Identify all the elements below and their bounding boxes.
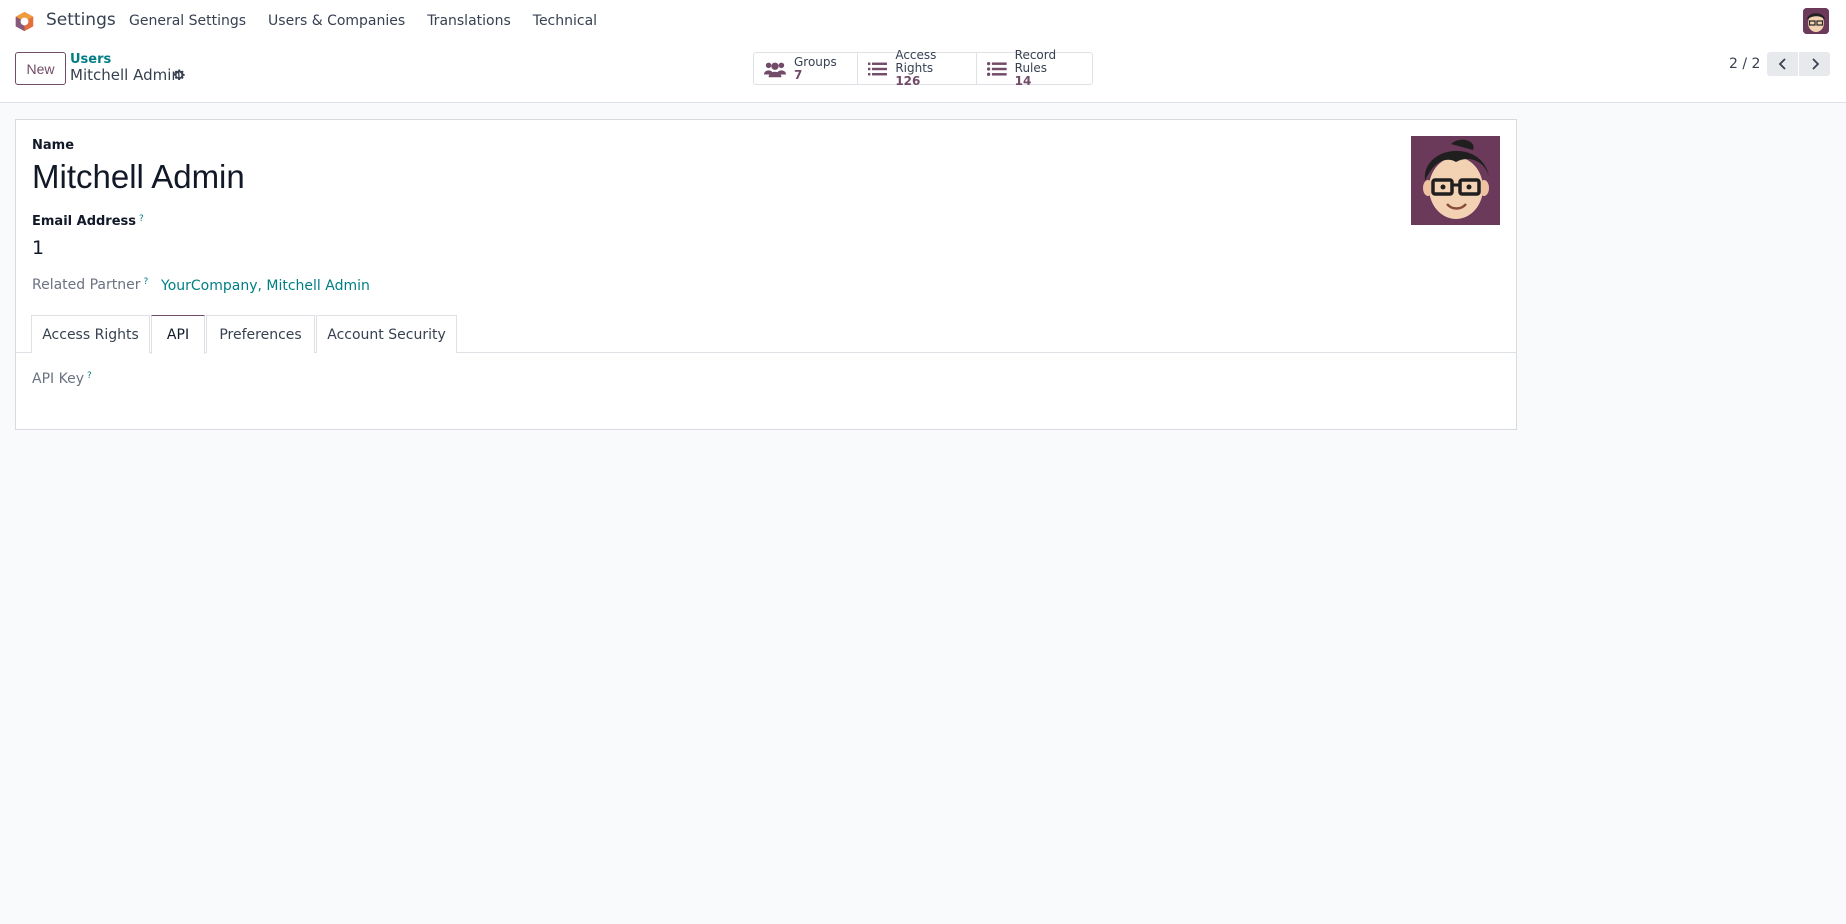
menu-users-companies[interactable]: Users & Companies — [257, 13, 416, 29]
email-help-icon[interactable]: ? — [139, 214, 144, 224]
groups-label: Groups — [794, 54, 837, 69]
gear-icon[interactable] — [172, 68, 186, 82]
app-name[interactable]: Settings — [46, 10, 116, 30]
groups-stat-button[interactable]: Groups 7 — [754, 53, 858, 84]
pager-value[interactable]: 2 / 2 — [1729, 56, 1760, 72]
pager-previous-button[interactable] — [1767, 52, 1798, 76]
menu-translations[interactable]: Translations — [416, 13, 522, 29]
record-rules-label: Record Rules — [1014, 48, 1057, 75]
access-rights-stat-button[interactable]: Access Rights 126 — [858, 49, 977, 88]
tab-account-security[interactable]: Account Security — [316, 315, 457, 353]
control-panel: New Users Mitchell Admin Groups 7 Access… — [0, 42, 1846, 103]
groups-count: 7 — [794, 67, 803, 82]
email-field[interactable]: 1 — [32, 237, 44, 259]
user-photo[interactable] — [1411, 136, 1500, 225]
name-label: Name — [32, 138, 75, 153]
breadcrumb-current: Mitchell Admin — [70, 66, 181, 84]
related-partner-label: Related Partner? — [32, 277, 148, 293]
api-key-label: API Key? — [32, 371, 92, 387]
form-sheet: Name Mitchell Admin Email Address? 1 Rel… — [15, 119, 1517, 430]
chevron-left-icon — [1778, 58, 1786, 70]
users-icon — [764, 62, 786, 77]
menu-general-settings[interactable]: General Settings — [118, 13, 257, 29]
access-rights-label: Access Rights — [895, 48, 937, 75]
top-navbar: Settings General Settings Users & Compan… — [0, 0, 1846, 42]
notebook-tabs: Access Rights API Preferences Account Se… — [16, 315, 1516, 354]
tab-access-rights[interactable]: Access Rights — [31, 315, 150, 353]
email-label-text: Email Address — [32, 214, 137, 229]
chevron-right-icon — [1811, 58, 1819, 70]
user-avatar[interactable] — [1803, 8, 1829, 34]
new-button[interactable]: New — [15, 52, 66, 85]
related-partner-link[interactable]: YourCompany, Mitchell Admin — [161, 278, 370, 294]
main-menu: General Settings Users & Companies Trans… — [118, 0, 608, 42]
breadcrumb-users[interactable]: Users — [70, 52, 111, 67]
tab-preferences[interactable]: Preferences — [206, 315, 315, 353]
related-partner-help-icon[interactable]: ? — [144, 277, 149, 287]
menu-technical[interactable]: Technical — [522, 13, 608, 29]
odoo-logo-icon[interactable] — [14, 11, 35, 32]
smart-buttons: Groups 7 Access Rights 126 Record Rules … — [753, 49, 1093, 88]
record-rules-count: 14 — [1014, 74, 1032, 88]
access-rights-count: 126 — [895, 74, 921, 88]
related-partner-label-text: Related Partner — [32, 277, 141, 293]
name-field[interactable]: Mitchell Admin — [32, 158, 245, 196]
email-label: Email Address? — [32, 214, 144, 229]
api-key-label-text: API Key — [32, 371, 84, 387]
record-rules-stat-button[interactable]: Record Rules 14 — [977, 49, 1092, 88]
list-icon — [987, 61, 1007, 76]
tab-api[interactable]: API — [151, 315, 205, 354]
list-icon — [868, 62, 888, 75]
api-key-help-icon[interactable]: ? — [87, 371, 92, 381]
pager-next-button[interactable] — [1799, 52, 1830, 76]
